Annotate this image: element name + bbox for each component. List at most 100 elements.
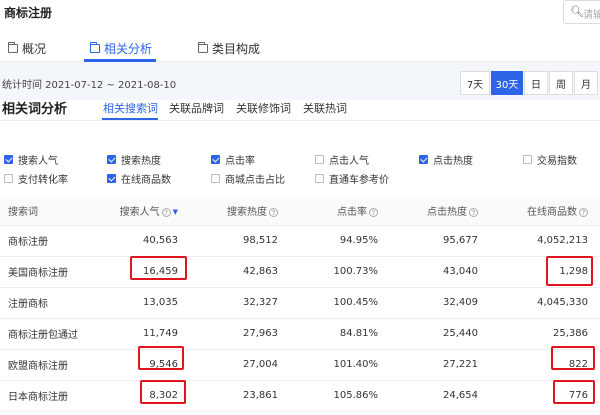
help-icon[interactable]: ? (369, 207, 378, 217)
help-icon[interactable]: ? (269, 207, 278, 217)
cell-click-heat: 25,440 (390, 318, 490, 350)
cell-search-popularity: 16,459 (100, 256, 190, 288)
cell-keyword[interactable]: 商标注册包通过 (0, 318, 100, 350)
checkbox-unchecked-icon (4, 174, 13, 183)
section-title: 相关词分析 (2, 102, 68, 117)
folder-icon (8, 41, 18, 53)
checkbox-unchecked-icon (315, 174, 324, 183)
cell-click-rate: 94.95% (290, 225, 390, 257)
cell-search-heat: 27,963 (190, 318, 290, 350)
checkbox-label: 在线商品数 (121, 175, 171, 186)
checkbox-label: 点击热度 (433, 156, 473, 167)
column-header-search-heat[interactable]: 搜索热度? (190, 197, 290, 226)
column-header-click-rate[interactable]: 点击率? (290, 197, 390, 226)
cell-online-products: 25,386 (490, 318, 600, 350)
sort-desc-icon[interactable]: ▼ (173, 208, 178, 216)
range-7d-button[interactable]: 7天 (460, 71, 490, 95)
cell-online-products: 822 (490, 349, 600, 381)
page-title: 商标注册 (4, 6, 53, 20)
subtab-hot-words[interactable]: 关联热词 (303, 100, 347, 116)
metric-checkbox-ad-reference-price[interactable]: 直通车参考价 (315, 171, 389, 186)
subtab-brand-words[interactable]: 关联品牌词 (169, 100, 224, 116)
table-row[interactable]: 欧盟商标注册 9,546 27,004 101.40% 27,221 822 (0, 349, 600, 381)
cell-click-heat: 43,040 (390, 256, 490, 288)
column-header-search-popularity[interactable]: 搜索人气? ▼ (100, 197, 190, 226)
cell-keyword[interactable]: 商标注册 (0, 225, 100, 257)
table-row[interactable]: 商标注册包通过 11,749 27,963 84.81% 25,440 25,3… (0, 318, 600, 350)
checkbox-checked-icon (419, 155, 428, 164)
tab-related-analysis[interactable]: 相关分析 (90, 36, 152, 60)
search-placeholder: 请输 (583, 10, 600, 21)
range-month-button[interactable]: 月 (574, 71, 598, 95)
cell-click-rate: 84.81% (290, 318, 390, 350)
tab-label: 概况 (22, 41, 47, 56)
help-icon[interactable]: ? (579, 207, 588, 217)
top-bar: 商标注册 🔍︎ 请输 (0, 0, 600, 30)
metric-checkbox-pay-conversion[interactable]: 支付转化率 (4, 171, 68, 186)
cell-keyword[interactable]: 日本商标注册 (0, 380, 100, 412)
help-icon[interactable]: ? (161, 207, 171, 217)
range-week-button[interactable]: 周 (549, 71, 573, 95)
column-header-online-products[interactable]: 在线商品数? (490, 197, 600, 226)
cell-online-products: 1,298 (490, 256, 600, 288)
help-icon[interactable]: ? (469, 207, 478, 217)
folder-icon (90, 41, 100, 53)
metric-checkbox-search-popularity[interactable]: 搜索人气 (4, 152, 58, 167)
folder-icon (198, 41, 208, 53)
keyword-table: 搜索词 搜索人气? ▼ 搜索热度? 点击率? 点击热度? 在线商品数? 商标注册 … (0, 197, 600, 412)
checkbox-checked-icon (211, 155, 220, 164)
tab-label: 类目构成 (212, 41, 261, 56)
search-icon: 🔍︎ (570, 5, 584, 18)
checkbox-label: 搜索人气 (18, 156, 58, 167)
nav-tabs: 概况 相关分析 类目构成 (0, 30, 600, 62)
checkbox-label: 直通车参考价 (329, 175, 389, 186)
metric-checkbox-search-heat[interactable]: 搜索热度 (107, 152, 161, 167)
checkbox-label: 交易指数 (537, 156, 577, 167)
cell-click-rate: 100.45% (290, 287, 390, 319)
cell-search-popularity: 40,563 (100, 225, 190, 257)
cell-click-rate: 100.73% (290, 256, 390, 288)
metric-checkbox-mall-click-share[interactable]: 商城点击占比 (211, 171, 285, 186)
checkbox-unchecked-icon (523, 155, 532, 164)
metric-checkbox-click-popularity[interactable]: 点击人气 (315, 152, 369, 167)
table-row[interactable]: 商标注册 40,563 98,512 94.95% 95,677 4,052,2… (0, 225, 600, 257)
checkbox-unchecked-icon (315, 155, 324, 164)
cell-click-heat: 24,654 (390, 380, 490, 412)
cell-search-popularity: 9,546 (100, 349, 190, 381)
cell-keyword[interactable]: 美国商标注册 (0, 256, 100, 288)
cell-search-popularity: 13,035 (100, 287, 190, 319)
checkbox-label: 支付转化率 (18, 175, 68, 186)
cell-keyword[interactable]: 注册商标 (0, 287, 100, 319)
range-day-button[interactable]: 日 (524, 71, 548, 95)
column-header-click-heat[interactable]: 点击热度? (390, 197, 490, 226)
column-header-keyword: 搜索词 (0, 197, 100, 226)
checkbox-label: 商城点击占比 (225, 175, 285, 186)
table-row[interactable]: 日本商标注册 8,302 23,861 105.86% 24,654 776 (0, 380, 600, 412)
tab-overview[interactable]: 概况 (8, 36, 46, 60)
metric-checkbox-trade-index[interactable]: 交易指数 (523, 152, 577, 167)
cell-keyword[interactable]: 欧盟商标注册 (0, 349, 100, 381)
subtab-modifier-words[interactable]: 关联修饰词 (236, 100, 291, 116)
checkbox-checked-icon (107, 155, 116, 164)
cell-online-products: 776 (490, 380, 600, 412)
cell-search-popularity: 8,302 (100, 380, 190, 412)
cell-search-popularity: 11,749 (100, 318, 190, 350)
tab-category-composition[interactable]: 类目构成 (198, 36, 260, 60)
metric-checkbox-click-heat[interactable]: 点击热度 (419, 152, 473, 167)
cell-online-products: 4,045,330 (490, 287, 600, 319)
tab-label: 相关分析 (104, 41, 153, 56)
cell-click-heat: 27,221 (390, 349, 490, 381)
checkbox-label: 点击人气 (329, 156, 369, 167)
cell-click-heat: 32,409 (390, 287, 490, 319)
checkbox-unchecked-icon (211, 174, 220, 183)
range-30d-button[interactable]: 30天 (491, 71, 523, 95)
table-row[interactable]: 注册商标 13,035 32,327 100.45% 32,409 4,045,… (0, 287, 600, 319)
date-range-label: 统计时间 2021-07-12 ~ 2021-08-10 (2, 80, 177, 91)
cell-search-heat: 98,512 (190, 225, 290, 257)
subtab-related-search[interactable]: 相关搜索词 (103, 100, 158, 116)
search-input[interactable]: 🔍︎ 请输 (563, 0, 600, 24)
cell-click-rate: 105.86% (290, 380, 390, 412)
table-row[interactable]: 美国商标注册 16,459 42,863 100.73% 43,040 1,29… (0, 256, 600, 288)
metric-checkbox-online-products[interactable]: 在线商品数 (107, 171, 171, 186)
metric-checkbox-click-rate[interactable]: 点击率 (211, 152, 255, 167)
